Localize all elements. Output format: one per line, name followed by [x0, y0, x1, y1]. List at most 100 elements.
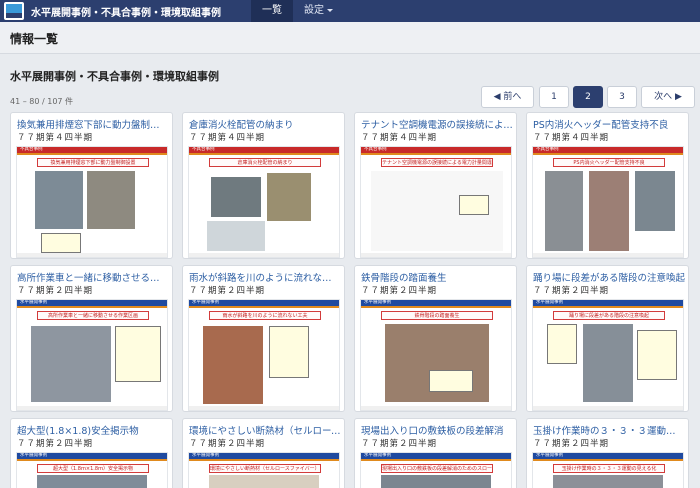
thumbnail-banner-label: 水平展開事例 — [364, 453, 391, 458]
case-card[interactable]: 超大型(1.8×1.8)安全掲示物 ７７期第２四半期 水平展開事例 超大型（1.8ｍ×… — [10, 418, 173, 488]
thumbnail-divider — [361, 459, 511, 461]
card-period: ７７期第２四半期 — [17, 286, 94, 296]
thumbnail-note-box — [269, 326, 309, 378]
card-title-link[interactable]: テナント空調機電源の誤接続による電力計量間違い — [361, 117, 513, 131]
card-thumbnail[interactable]: 水平展開事例 玉掛け作業時の３・３・３運動の見える化 — [532, 452, 684, 488]
case-card[interactable]: 玉掛け作業時の３・３・３運動の見える化７７期第２四半期水平展開事例玉掛け作業時の… — [526, 418, 689, 488]
card-thumbnail[interactable]: 水平展開事例鉄骨階段の踏面養生 — [360, 299, 512, 411]
page-3-button[interactable]: 3 — [607, 86, 637, 108]
thumbnail-caption: テナント空調機電源の誤接続による電力計量間違い — [381, 158, 493, 167]
thumbnail-photo — [35, 171, 83, 229]
thumbnail-footer — [189, 253, 339, 257]
page-1-button[interactable]: 1 — [539, 86, 569, 108]
thumbnail-caption: 踊り場に段差がある階段の注意喚起 — [553, 311, 665, 320]
thumbnail-divider — [361, 153, 511, 155]
thumbnail-photo — [589, 171, 629, 251]
card-thumbnail[interactable]: 水平展開事例 超大型（1.8ｍ×1.8ｍ）安全掲示物 — [16, 452, 168, 488]
card-thumbnail[interactable]: 不具合事例テナント空調機電源の誤接続による電力計量間違い — [360, 146, 512, 258]
case-card[interactable]: 換気兼用排煙窓下部に動力盤制御設置 ７７期第４四半期 不具合事例 換気兼用排煙窓下部に… — [10, 112, 173, 259]
card-period: ７７期第２四半期 — [189, 439, 266, 449]
thumbnail-caption: 倉庫消火栓配管の納まり — [209, 158, 321, 167]
thumbnail-caption: 換気兼用排煙窓下部に動力盤制御設置 — [37, 158, 149, 167]
thumbnail-caption: PS内消火ヘッダー配管支持不良 — [553, 158, 665, 167]
card-title-link[interactable]: 玉掛け作業時の３・３・３運動の見える化 — [533, 423, 685, 437]
thumbnail-note-box — [41, 233, 81, 253]
section-title: 水平展開事例・不具合事例・環境取組事例 — [10, 70, 219, 83]
thumbnail-banner-label: 水平展開事例 — [20, 300, 47, 305]
thumbnail-banner-label: 水平展開事例 — [364, 300, 391, 305]
thumbnail-divider — [533, 306, 683, 308]
card-title-link[interactable]: 換気兼用排煙窓下部に動力盤制御設置 — [17, 117, 169, 131]
app-logo-icon[interactable] — [4, 2, 24, 20]
thumbnail-banner-label: 水平展開事例 — [20, 453, 47, 458]
card-title-link[interactable]: 現場出入り口の敷鉄板の段差解消 — [361, 423, 513, 437]
nav-settings-label: 設定 — [304, 5, 324, 16]
card-thumbnail[interactable]: 水平展開事例 雨水が斜路を川のように流れない工夫 — [188, 299, 340, 411]
card-period: ７７期第２四半期 — [533, 286, 610, 296]
case-card[interactable]: 踊り場に段差がある階段の注意喚起 ７７期第２四半期水平展開事例 踊り場に段差がある階… — [526, 265, 689, 412]
card-title-link[interactable]: PS内消火ヘッダー配管支持不良 — [533, 117, 685, 131]
card-thumbnail[interactable]: 水平展開事例現場出入り口の敷鉄板の段差解消のためのスロープ — [360, 452, 512, 488]
case-card[interactable]: 環境にやさしい断熱材（セルロースファイバー）を採用７７期第２四半期水平展開事例環… — [182, 418, 345, 488]
thumbnail-note-box — [547, 324, 577, 364]
card-title-link[interactable]: 倉庫消火栓配管の納まり — [189, 117, 341, 131]
case-card[interactable]: 鉄骨階段の踏面養生 ７７期第２四半期 水平展開事例 鉄骨階段の踏面養生 — [354, 265, 517, 412]
thumbnail-photo — [203, 326, 263, 404]
thumbnail-banner-label: 不具合事例 — [536, 147, 559, 152]
thumbnail-footer — [533, 406, 683, 410]
thumbnail-caption: 環境にやさしい断熱材（セルロースファイバー）を採用 — [209, 464, 321, 473]
thumbnail-footer — [361, 253, 511, 257]
page-2-button[interactable]: 2 — [573, 86, 603, 108]
card-thumbnail[interactable]: 不具合事例換気兼用排煙窓下部に動力盤制御設置 — [16, 146, 168, 258]
top-navbar: 水平展開事例・不具合事例・環境取組事例 一覧 設定 — [0, 0, 700, 22]
case-card[interactable]: 現場出入り口の敷鉄板の段差解消 ７７期第２四半期 水平展開事例 現場出入り口の敷鉄板の… — [354, 418, 517, 488]
thumbnail-divider — [189, 153, 339, 155]
thumbnail-footer — [17, 253, 167, 257]
prev-page-button[interactable]: ◀ 前へ — [481, 86, 534, 108]
card-title-link[interactable]: 高所作業車と一緒に移動させる作業区画 — [17, 270, 169, 284]
page-header: 情報一覧 — [0, 22, 700, 54]
case-card[interactable]: PS内消火ヘッダー配管支持不良 ７７期第４四半期 不具合事例 PS内消火ヘッダー配管支… — [526, 112, 689, 259]
thumbnail-caption: 現場出入り口の敷鉄板の段差解消のためのスロープ — [381, 464, 493, 473]
navbar-brand[interactable]: 水平展開事例・不具合事例・環境取組事例 — [31, 4, 251, 19]
card-title-link[interactable]: 踊り場に段差がある階段の注意喚起 — [533, 270, 685, 284]
thumbnail-banner-label: 水平展開事例 — [536, 453, 563, 458]
nav-settings-menu[interactable]: 設定 — [293, 0, 344, 22]
thumbnail-photo — [381, 475, 491, 488]
card-thumbnail[interactable]: 水平展開事例環境にやさしい断熱材（セルロースファイバー）を採用 — [188, 452, 340, 488]
thumbnail-divider — [17, 153, 167, 155]
thumbnail-photo — [583, 324, 633, 402]
card-thumbnail[interactable]: 不具合事例 倉庫消火栓配管の納まり — [188, 146, 340, 258]
card-thumbnail[interactable]: 水平展開事例 踊り場に段差がある階段の注意喚起 — [532, 299, 684, 411]
thumbnail-photo — [37, 475, 147, 488]
card-title-link[interactable]: 環境にやさしい断熱材（セルロースファイバー）を採用 — [189, 423, 341, 437]
case-card[interactable]: 倉庫消火栓配管の納まり ７７期第４四半期 不具合事例 倉庫消火栓配管の納まり — [182, 112, 345, 259]
thumbnail-banner-label: 水平展開事例 — [192, 300, 219, 305]
chevron-down-icon — [327, 8, 333, 12]
nav-list-link[interactable]: 一覧 — [251, 0, 293, 22]
thumbnail-note-box — [115, 326, 161, 382]
next-page-button[interactable]: 次へ ▶ — [641, 86, 695, 108]
card-title-link[interactable]: 鉄骨階段の踏面養生 — [361, 270, 513, 284]
thumbnail-caption: 鉄骨階段の踏面養生 — [381, 311, 493, 320]
card-thumbnail[interactable]: 水平展開事例 高所作業車と一緒に移動させる作業区画 — [16, 299, 168, 411]
thumbnail-photo — [553, 475, 663, 488]
case-card[interactable]: テナント空調機電源の誤接続による電力計量間違い７７期第４四半期不具合事例テナント… — [354, 112, 517, 259]
case-card[interactable]: 雨水が斜路を川のように流れない工夫 ７７期第２四半期水平展開事例 雨水が斜路を川のよ… — [182, 265, 345, 412]
thumbnail-photo — [211, 177, 261, 217]
thumbnail-banner-label: 不具合事例 — [364, 147, 387, 152]
thumbnail-footer — [361, 406, 511, 410]
card-title-link[interactable]: 超大型(1.8×1.8)安全掲示物 — [17, 423, 169, 437]
page-title: 情報一覧 — [10, 32, 59, 46]
thumbnail-footer — [189, 406, 339, 410]
card-period: ７７期第２四半期 — [189, 286, 266, 296]
thumbnail-banner-label: 不具合事例 — [20, 147, 43, 152]
thumbnail-photo — [31, 326, 111, 402]
case-card[interactable]: 高所作業車と一緒に移動させる作業区画 ７７期第２四半期水平展開事例高所作業車と一緒… — [10, 265, 173, 412]
thumbnail-banner-label: 水平展開事例 — [192, 453, 219, 458]
card-thumbnail[interactable]: 不具合事例 PS内消火ヘッダー配管支持不良 — [532, 146, 684, 258]
thumbnail-photo — [545, 171, 583, 251]
card-title-link[interactable]: 雨水が斜路を川のように流れない工夫 — [189, 270, 341, 284]
thumbnail-photo — [87, 171, 135, 229]
thumbnail-note-box — [429, 370, 473, 392]
